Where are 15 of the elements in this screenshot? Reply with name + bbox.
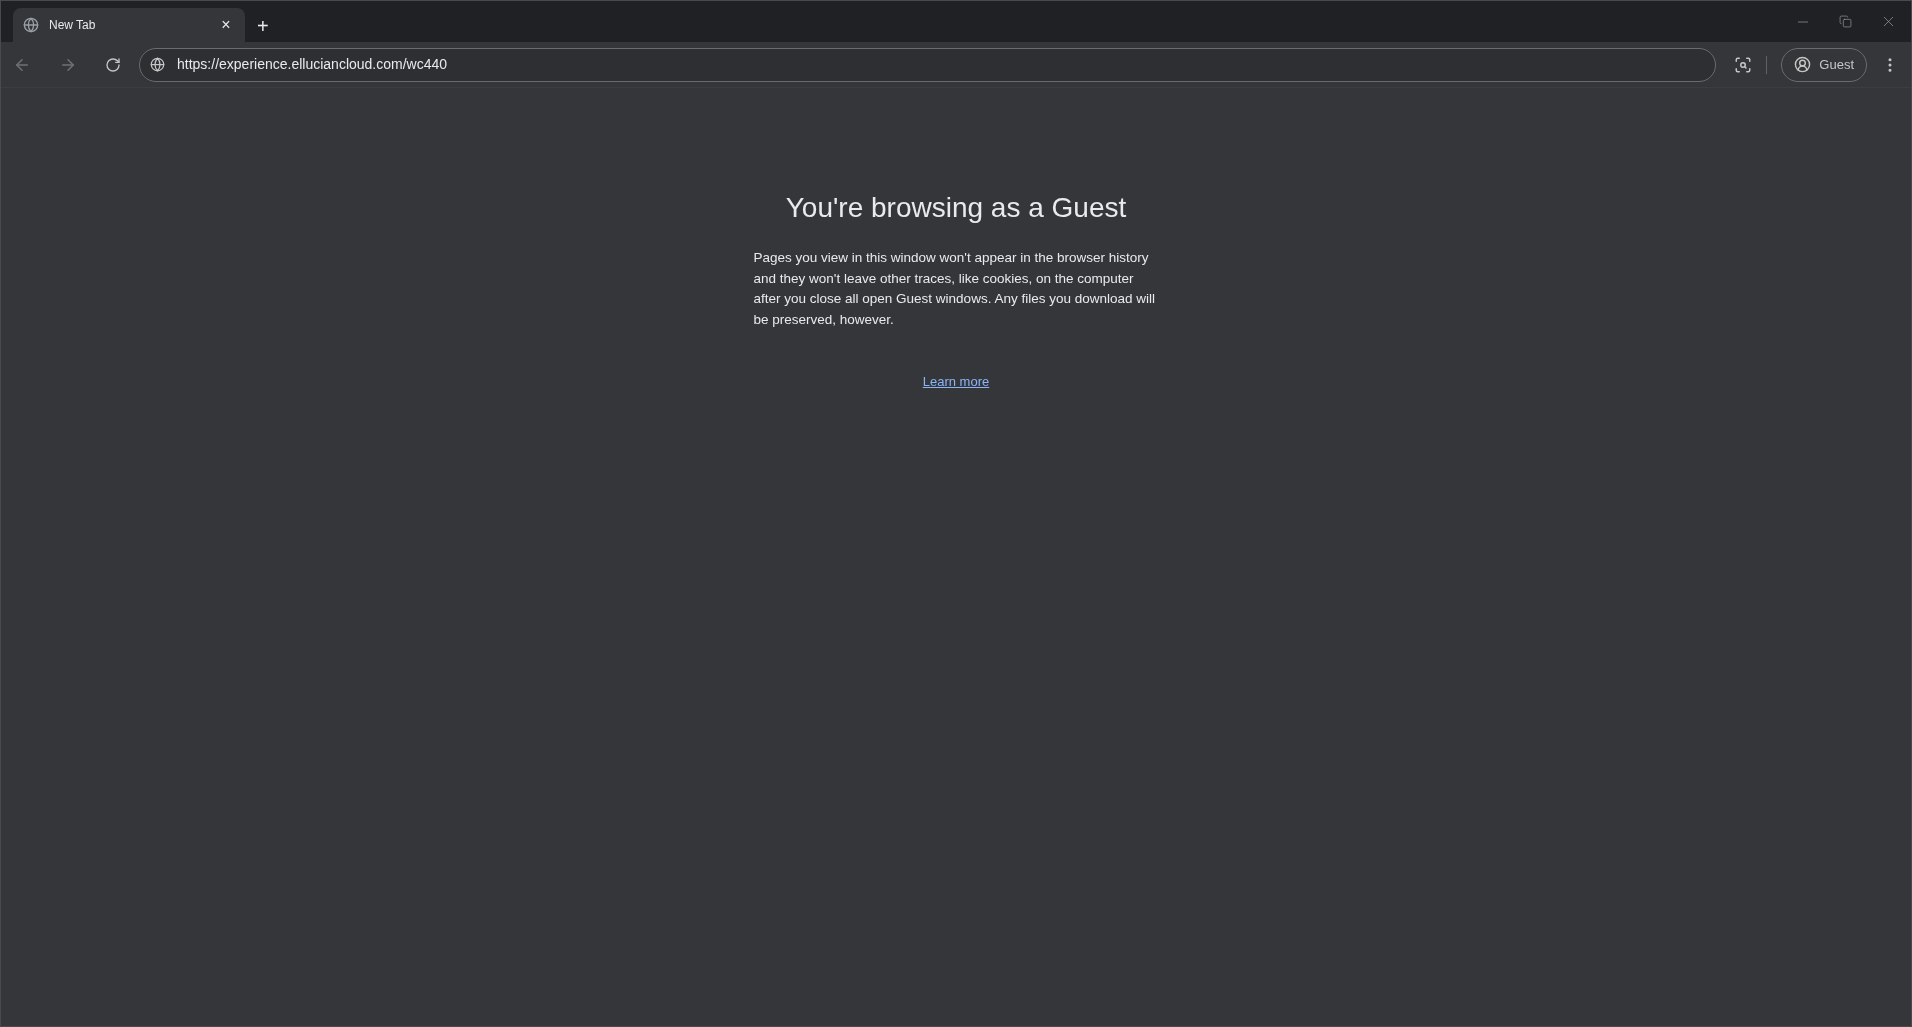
url-text: https://experience.elluciancloud.com/wc440 [177, 55, 448, 74]
restore-icon[interactable] [1839, 15, 1852, 28]
address-bar[interactable]: https://experience.elluciancloud.com/wc440 [139, 47, 1717, 82]
browser-tab[interactable]: New Tab × [13, 8, 245, 42]
globe-icon [23, 17, 39, 33]
new-tab-button[interactable]: + [257, 16, 269, 36]
close-tab-button[interactable]: × [217, 17, 235, 33]
person-icon [1794, 56, 1812, 73]
page-heading: You're browsing as a Guest [785, 191, 1127, 225]
tab-title: New Tab [49, 17, 97, 34]
learn-more-link[interactable]: Learn more [922, 372, 990, 392]
globe-icon [150, 57, 165, 72]
reload-icon[interactable] [105, 56, 121, 73]
guest-description: Pages you view in this window won't appear in the browser history and they won't leave other traces, like cookies, on the computer after you close all open Guest windows. Any files you download will be preserved, however. [753, 249, 1156, 329]
search-icon[interactable] [1734, 55, 1753, 74]
